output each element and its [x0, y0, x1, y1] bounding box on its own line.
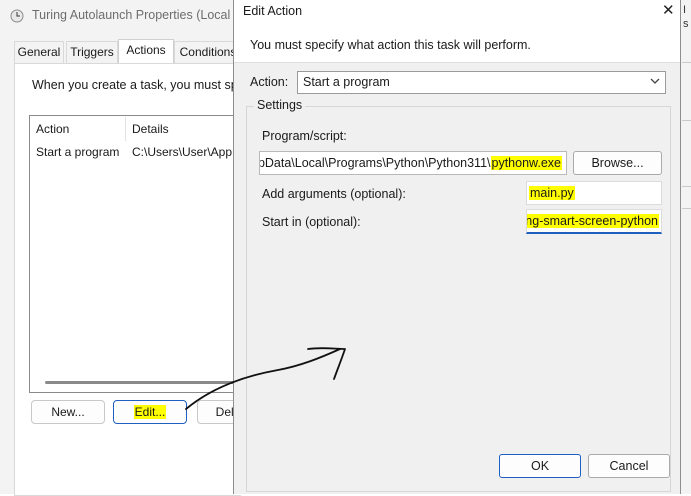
dialog-titlebar: Edit Action ✕ [234, 0, 680, 26]
actions-intro-text: When you create a task, you must spec [32, 78, 251, 92]
start-in-value: ng-smart-screen-python [526, 214, 659, 228]
column-header-details[interactable]: Details [132, 122, 169, 136]
table-row-details-cell[interactable]: C:\Users\User\AppL [132, 145, 239, 159]
edit-action-button[interactable]: Edit... [113, 400, 187, 424]
start-in-highlight: ng-smart-screen-python [526, 214, 659, 228]
settings-legend: Settings [254, 98, 306, 112]
dialog-title: Edit Action [243, 4, 303, 18]
edge-divider [682, 62, 691, 63]
program-script-value: ppData\Local\Programs\Python\Python311\p… [259, 156, 562, 170]
arguments-input[interactable]: main.py [526, 181, 662, 205]
dialog-header: You must specify what action this task w… [234, 26, 680, 62]
arguments-value: main.py [529, 186, 575, 200]
column-header-action[interactable]: Action [36, 122, 69, 136]
tab-triggers[interactable]: Triggers [66, 41, 118, 63]
action-label: Action: [250, 75, 289, 89]
dialog-instruction: You must specify what action this task w… [250, 38, 531, 52]
close-icon[interactable]: ✕ [662, 2, 675, 20]
edge-divider [682, 186, 691, 187]
clock-icon [10, 9, 24, 23]
horizontal-scrollbar[interactable] [45, 381, 240, 384]
new-action-button[interactable]: New... [31, 400, 105, 424]
program-script-label: Program/script: [262, 129, 347, 143]
task-properties-title: Turing Autolaunch Properties (Local C [32, 8, 243, 22]
program-exe-highlight: pythonw.exe [490, 156, 562, 170]
task-properties-titlebar: Turing Autolaunch Properties (Local C [0, 0, 243, 32]
program-path-text: ppData\Local\Programs\Python\Python311\ [259, 156, 491, 170]
ok-button[interactable]: OK [499, 454, 581, 478]
action-select-value: Start a program [303, 75, 390, 89]
arguments-label: Add arguments (optional): [262, 187, 406, 201]
edge-divider [682, 120, 691, 121]
tab-conditions[interactable]: Conditions [174, 41, 242, 63]
edge-text: s [683, 18, 689, 30]
action-select[interactable]: Start a program [297, 71, 666, 94]
browse-button[interactable]: Browse... [573, 151, 662, 175]
start-in-input[interactable]: ng-smart-screen-python [526, 209, 662, 234]
program-script-input[interactable]: ppData\Local\Programs\Python\Python311\p… [259, 151, 567, 175]
edge-text: I [683, 4, 687, 16]
edit-action-dialog: Edit Action ✕ You must specify what acti… [233, 0, 681, 494]
chevron-down-icon [649, 74, 661, 91]
arguments-highlight: main.py [529, 186, 575, 200]
tab-actions[interactable]: Actions [118, 39, 174, 64]
tab-general[interactable]: General [14, 41, 64, 63]
table-row-action-cell[interactable]: Start a program [36, 145, 119, 159]
edge-divider [682, 208, 691, 209]
edit-button-label: Edit... [133, 405, 167, 419]
cancel-button[interactable]: Cancel [588, 454, 670, 478]
header-divider [234, 62, 680, 63]
column-divider [125, 117, 126, 141]
start-in-label: Start in (optional): [262, 215, 361, 229]
